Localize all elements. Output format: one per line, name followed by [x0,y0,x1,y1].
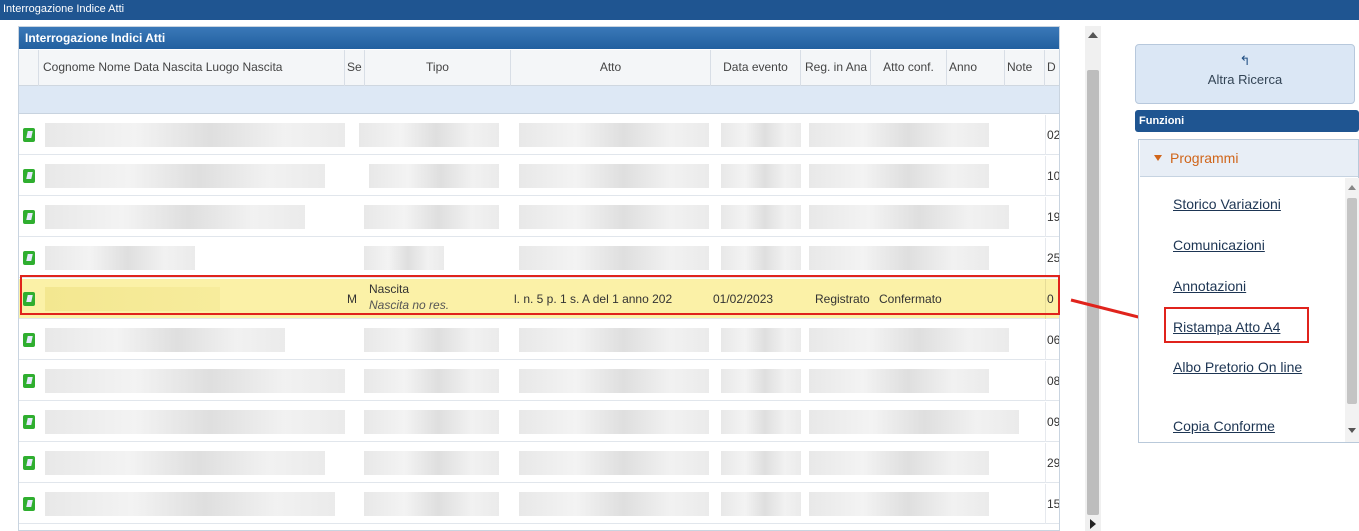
scroll-up-icon[interactable] [1348,185,1356,190]
table-row[interactable]: 10 [19,156,1060,196]
altra-ricerca-label: Altra Ricerca [1207,72,1283,87]
tipo-main: Nascita [369,282,410,296]
date-cell: 09 [1047,415,1060,429]
col-header-note[interactable]: Note [1005,50,1045,86]
programmi-panel: Programmi Storico Variazioni Comunicazio… [1138,139,1359,443]
date-cell: 0 [1047,292,1054,306]
table-row[interactable]: 19 [19,197,1060,237]
col-header-nome[interactable]: Cognome Nome Data Nascita Luogo Nascita [39,50,345,86]
date-cell: 06 [1047,333,1060,347]
table-row[interactable]: 08 [19,361,1060,401]
link-comunicazioni[interactable]: Comunicazioni [1173,235,1313,255]
date-cell: 02 [1047,128,1060,142]
record-icon[interactable] [23,497,35,511]
table-row[interactable]: 29 [19,443,1060,483]
record-icon[interactable] [23,415,35,429]
col-header-atto-conf[interactable]: Atto conf. [871,50,947,86]
col-header-sesso[interactable]: Se [345,50,365,86]
link-albo-pretorio[interactable]: Albo Pretorio On line [1173,357,1303,377]
atto-cell: l. n. 5 p. 1 s. A del 1 anno 202 [514,292,673,306]
scroll-right-icon[interactable] [1090,519,1096,529]
date-cell: 10 [1047,169,1060,183]
col-header-anno[interactable]: Anno [947,50,1005,86]
date-cell: 25 [1047,251,1060,265]
sex-cell: M [347,292,357,306]
col-header-atto[interactable]: Atto [511,50,711,86]
link-copia-conforme[interactable]: Copia Conforme [1173,416,1313,436]
col-header-data-evento[interactable]: Data evento [711,50,801,86]
link-ristampa-atto-a4[interactable]: Ristampa Atto A4 [1173,317,1313,337]
scroll-thumb[interactable] [1347,198,1357,404]
col-header-reg-anagrafe[interactable]: Reg. in Ana [801,50,871,86]
atto-conf-cell: Confermato [879,292,942,306]
scroll-thumb[interactable] [1087,70,1099,515]
table-row[interactable]: 06 [19,320,1060,360]
tipo-sub: Nascita no res. [369,298,450,312]
record-icon[interactable] [23,333,35,347]
scroll-down-icon[interactable] [1348,428,1356,433]
col-header-data[interactable]: D [1045,50,1059,86]
record-icon[interactable] [23,456,35,470]
date-cell: 29 [1047,456,1060,470]
grid-caption: Interrogazione Indici Atti [19,27,1059,49]
col-icon-header [19,50,39,86]
table-row[interactable]: 15 [19,484,1060,524]
scroll-up-icon[interactable] [1088,32,1098,38]
table-row[interactable]: 02 [19,115,1060,155]
atti-grid: Interrogazione Indici Atti Cognome Nome … [18,26,1060,531]
record-icon[interactable] [23,210,35,224]
grid-filter-row[interactable] [19,86,1059,114]
record-icon[interactable] [23,374,35,388]
date-cell: 08 [1047,374,1060,388]
programmi-label: Programmi [1170,150,1239,166]
link-storico-variazioni[interactable]: Storico Variazioni [1173,194,1313,214]
record-icon[interactable] [23,292,35,306]
reg-anagrafe-cell: Registrato [815,292,870,306]
grid-header: Cognome Nome Data Nascita Luogo Nascita … [19,50,1059,86]
record-icon[interactable] [23,169,35,183]
function-panel: ↰ Altra Ricerca Funzioni Programmi Stori… [1120,26,1359,531]
undo-arrow-icon: ↰ [1239,53,1251,68]
caret-down-icon [1154,155,1162,161]
programmi-toggle[interactable]: Programmi [1140,140,1358,177]
altra-ricerca-button[interactable]: ↰ Altra Ricerca [1135,44,1355,104]
link-annotazioni[interactable]: Annotazioni [1173,276,1313,296]
table-row-selected[interactable]: M Nascita Nascita no res. l. n. 5 p. 1 s… [19,279,1059,319]
funzioni-header: Funzioni [1135,110,1359,132]
table-row[interactable]: 25 [19,238,1060,278]
window-title: Interrogazione Indice Atti [0,0,1359,20]
programmi-scrollbar[interactable] [1345,178,1359,442]
record-icon[interactable] [23,251,35,265]
col-header-tipo[interactable]: Tipo [365,50,511,86]
date-cell: 19 [1047,210,1060,224]
data-evento-cell: 01/02/2023 [713,292,774,306]
date-cell: 15 [1047,497,1060,511]
record-icon[interactable] [23,128,35,142]
grid-scrollbar[interactable] [1085,26,1101,531]
table-row[interactable]: 09 [19,402,1060,442]
tipo-cell: Nascita Nascita no res. [369,281,449,313]
